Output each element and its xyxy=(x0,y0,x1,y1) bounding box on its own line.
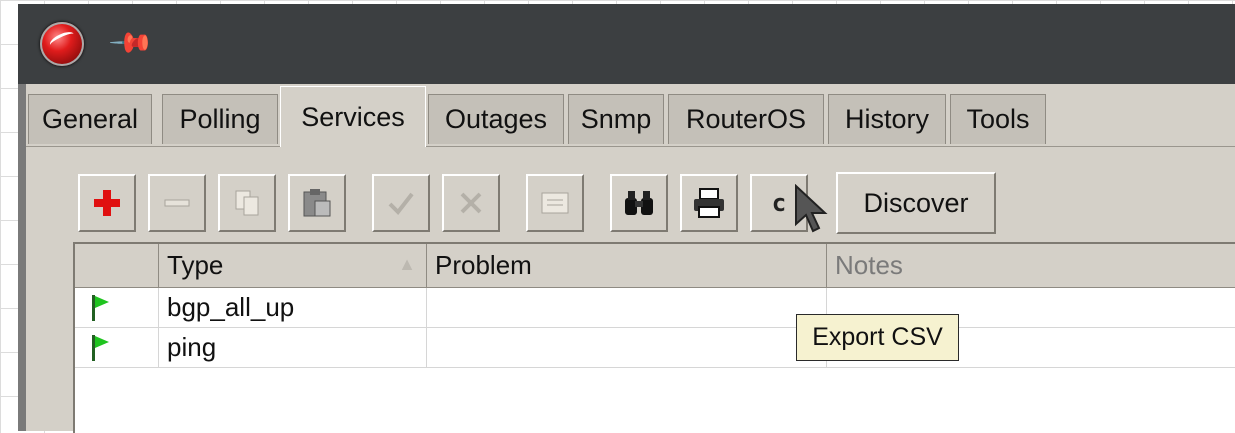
tab-services[interactable]: Services xyxy=(280,86,426,147)
table-row-type[interactable]: ping xyxy=(159,328,427,368)
column-header-type-label: Type xyxy=(167,250,224,280)
table-row-problem[interactable] xyxy=(427,328,827,368)
discover-button[interactable]: Discover xyxy=(836,172,996,234)
comment-icon xyxy=(541,192,569,214)
remove-button[interactable] xyxy=(148,174,206,232)
printer-icon xyxy=(694,188,724,218)
sort-ascending-icon: ▲ xyxy=(398,254,416,274)
services-table: Type ▲ Problem Notes bgp_all_up ping xyxy=(73,242,1235,433)
column-header-type[interactable]: Type ▲ xyxy=(159,244,427,288)
tab-snmp[interactable]: Snmp xyxy=(568,94,664,144)
green-flag-icon xyxy=(89,295,111,321)
tab-polling[interactable]: Polling xyxy=(162,94,278,144)
comment-button[interactable] xyxy=(526,174,584,232)
title-bar[interactable]: 📌 xyxy=(18,4,1235,84)
add-icon xyxy=(94,190,120,216)
table-row-status[interactable] xyxy=(75,288,159,328)
binoculars-icon xyxy=(625,191,653,215)
app-logo-icon[interactable] xyxy=(40,22,84,66)
table-row-type[interactable]: bgp_all_up xyxy=(159,288,427,328)
tab-routeros[interactable]: RouterOS xyxy=(668,94,824,144)
service-window: 📌 General Polling Services Outages Snmp … xyxy=(18,4,1235,433)
column-header-problem[interactable]: Problem xyxy=(427,244,827,288)
table-row-status[interactable] xyxy=(75,328,159,368)
tab-panel: General Polling Services Outages Snmp Ro… xyxy=(26,84,1235,433)
export-csv-tooltip: Export CSV xyxy=(796,314,959,361)
enable-button[interactable] xyxy=(372,174,430,232)
tab-general[interactable]: General xyxy=(28,94,152,144)
find-button[interactable] xyxy=(610,174,668,232)
table-row-problem[interactable] xyxy=(427,288,827,328)
check-icon xyxy=(388,192,414,216)
column-header-notes-label: Notes xyxy=(835,250,903,280)
disable-button[interactable] xyxy=(442,174,500,232)
paste-icon xyxy=(303,189,331,217)
column-header-status[interactable] xyxy=(75,244,159,288)
export-csv-icon: c xyxy=(771,189,787,217)
remove-icon xyxy=(164,199,190,207)
tab-tools[interactable]: Tools xyxy=(950,94,1046,144)
tab-outages[interactable]: Outages xyxy=(428,94,564,144)
column-header-notes[interactable]: Notes xyxy=(827,244,1235,288)
green-flag-icon xyxy=(89,335,111,361)
tab-strip: General Polling Services Outages Snmp Ro… xyxy=(26,84,1235,147)
print-button[interactable] xyxy=(680,174,738,232)
paste-button[interactable] xyxy=(288,174,346,232)
copy-button[interactable] xyxy=(218,174,276,232)
copy-icon xyxy=(235,190,259,216)
pushpin-icon[interactable]: 📌 xyxy=(107,19,156,67)
cancel-icon xyxy=(460,192,482,214)
tab-history[interactable]: History xyxy=(828,94,946,144)
add-button[interactable] xyxy=(78,174,136,232)
mouse-cursor-icon xyxy=(795,184,828,233)
